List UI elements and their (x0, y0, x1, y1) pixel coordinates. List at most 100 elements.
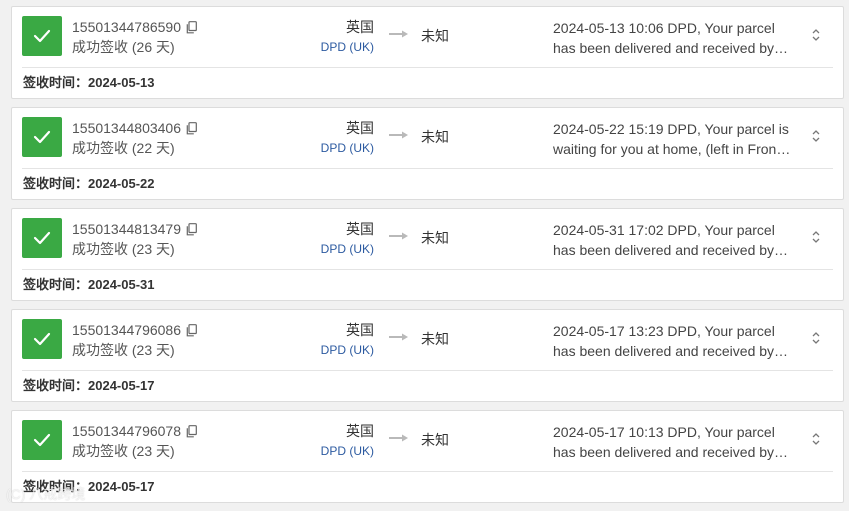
destination-country: 未知 (421, 28, 449, 44)
tracking-number-line: 15501344796086 (72, 321, 197, 341)
shipment-card: 15501344813479 成功签收 (23 天) 英国 DPD (UK) 未… (11, 208, 844, 301)
latest-event-line: 2024-05-22 15:19 DPD, Your parcel is (553, 121, 789, 137)
signed-time-date: 2024-05-13 (88, 75, 155, 90)
latest-event: 2024-05-17 10:13 DPD, Your parcel has be… (553, 422, 795, 462)
latest-event-line: 2024-05-31 17:02 DPD, Your parcel (553, 222, 775, 238)
delivered-status-badge (22, 319, 62, 359)
latest-event-line: 2024-05-17 13:23 DPD, Your parcel (553, 323, 775, 339)
signed-time-label: 签收时间： (23, 176, 89, 191)
latest-event-line: has been delivered and received by… (553, 343, 789, 359)
arrow-right-icon (389, 434, 408, 442)
shipment-summary-row[interactable]: 15501344813479 成功签收 (23 天) 英国 DPD (UK) 未… (12, 209, 843, 269)
signed-time-date: 2024-05-22 (88, 176, 155, 191)
copy-icon[interactable] (186, 20, 197, 38)
tracking-number-line: 15501344796078 (72, 422, 197, 442)
arrow-right-icon (389, 30, 408, 38)
delivered-status-badge (22, 218, 62, 258)
chevron-up-down-icon[interactable] (811, 27, 821, 43)
latest-event-line: waiting for you at home, (left in Fron… (553, 141, 791, 157)
signed-time: 签收时间：2024-05-31 (23, 277, 155, 293)
latest-event-line: has been delivered and received by… (553, 242, 789, 258)
shipment-card: 15501344786590 成功签收 (26 天) 英国 DPD (UK) 未… (11, 6, 844, 99)
tracking-number: 15501344786590 (72, 19, 182, 35)
signed-time-date: 2024-05-17 (88, 378, 155, 393)
tracking-number: 15501344796086 (72, 322, 182, 338)
carrier-link[interactable]: DPD (UK) (321, 140, 374, 156)
carrier-link[interactable]: DPD (UK) (321, 342, 374, 358)
tracking-number: 15501344796078 (72, 423, 182, 439)
destination-country: 未知 (421, 230, 449, 246)
latest-event: 2024-05-13 10:06 DPD, Your parcel has be… (553, 18, 795, 58)
shipment-list: 15501344786590 成功签收 (26 天) 英国 DPD (UK) 未… (0, 0, 849, 511)
divider (22, 471, 833, 472)
signed-time-label: 签收时间： (23, 378, 89, 393)
check-icon (33, 130, 51, 144)
latest-event-line: 2024-05-13 10:06 DPD, Your parcel (553, 20, 775, 36)
delivery-status: 成功签收 (23 天) (72, 342, 175, 358)
tracking-number-line: 15501344786590 (72, 18, 197, 38)
signed-time-label: 签收时间： (23, 75, 89, 90)
signed-time: 签收时间：2024-05-17 (23, 479, 155, 495)
destination-country: 未知 (421, 432, 449, 448)
check-icon (33, 332, 51, 346)
shipment-summary-row[interactable]: 15501344796086 成功签收 (23 天) 英国 DPD (UK) 未… (12, 310, 843, 370)
check-icon (33, 231, 51, 245)
shipment-summary-row[interactable]: 15501344796078 成功签收 (23 天) 英国 DPD (UK) 未… (12, 411, 843, 471)
tracking-number-line: 15501344813479 (72, 220, 197, 240)
delivered-status-badge (22, 117, 62, 157)
signed-time-date: 2024-05-17 (88, 479, 155, 494)
check-icon (33, 433, 51, 447)
copy-icon[interactable] (186, 424, 197, 442)
shipment-summary-row[interactable]: 15501344786590 成功签收 (26 天) 英国 DPD (UK) 未… (12, 7, 843, 67)
shipment-summary-row[interactable]: 15501344803406 成功签收 (22 天) 英国 DPD (UK) 未… (12, 108, 843, 168)
signed-time: 签收时间：2024-05-17 (23, 378, 155, 394)
arrow-right-icon (389, 232, 408, 240)
divider (22, 67, 833, 68)
tracking-number-line: 15501344803406 (72, 119, 197, 139)
latest-event-line: has been delivered and received by… (553, 444, 789, 460)
latest-event: 2024-05-22 15:19 DPD, Your parcel is wai… (553, 119, 795, 159)
shipment-card: 15501344796086 成功签收 (23 天) 英国 DPD (UK) 未… (11, 309, 844, 402)
origin-country: 英国 (346, 120, 374, 136)
carrier-link[interactable]: DPD (UK) (321, 443, 374, 459)
delivered-status-badge (22, 16, 62, 56)
tracking-number: 15501344813479 (72, 221, 182, 237)
copy-icon[interactable] (186, 121, 197, 139)
delivery-status: 成功签收 (23 天) (72, 241, 175, 257)
delivery-status: 成功签收 (22 天) (72, 140, 175, 156)
signed-time: 签收时间：2024-05-13 (23, 75, 155, 91)
origin-country: 英国 (346, 221, 374, 237)
arrow-right-icon (389, 333, 408, 341)
divider (22, 269, 833, 270)
divider (22, 370, 833, 371)
divider (22, 168, 833, 169)
destination-country: 未知 (421, 129, 449, 145)
delivered-status-badge (22, 420, 62, 460)
latest-event-line: 2024-05-17 10:13 DPD, Your parcel (553, 424, 775, 440)
carrier-link[interactable]: DPD (UK) (321, 39, 374, 55)
shipment-card: 15501344803406 成功签收 (22 天) 英国 DPD (UK) 未… (11, 107, 844, 200)
delivery-status: 成功签收 (26 天) (72, 39, 175, 55)
origin-country: 英国 (346, 423, 374, 439)
chevron-up-down-icon[interactable] (811, 330, 821, 346)
destination-country: 未知 (421, 331, 449, 347)
origin-country: 英国 (346, 19, 374, 35)
chevron-up-down-icon[interactable] (811, 128, 821, 144)
signed-time-label: 签收时间： (23, 277, 89, 292)
copy-icon[interactable] (186, 323, 197, 341)
carrier-link[interactable]: DPD (UK) (321, 241, 374, 257)
origin-country: 英国 (346, 322, 374, 338)
latest-event: 2024-05-31 17:02 DPD, Your parcel has be… (553, 220, 795, 260)
chevron-up-down-icon[interactable] (811, 431, 821, 447)
latest-event: 2024-05-17 13:23 DPD, Your parcel has be… (553, 321, 795, 361)
shipment-card: 15501344796078 成功签收 (23 天) 英国 DPD (UK) 未… (11, 410, 844, 503)
chevron-up-down-icon[interactable] (811, 229, 821, 245)
signed-time-date: 2024-05-31 (88, 277, 155, 292)
copy-icon[interactable] (186, 222, 197, 240)
arrow-right-icon (389, 131, 408, 139)
check-icon (33, 29, 51, 43)
tracking-number: 15501344803406 (72, 120, 182, 136)
signed-time: 签收时间：2024-05-22 (23, 176, 155, 192)
latest-event-line: has been delivered and received by… (553, 40, 789, 56)
delivery-status: 成功签收 (23 天) (72, 443, 175, 459)
